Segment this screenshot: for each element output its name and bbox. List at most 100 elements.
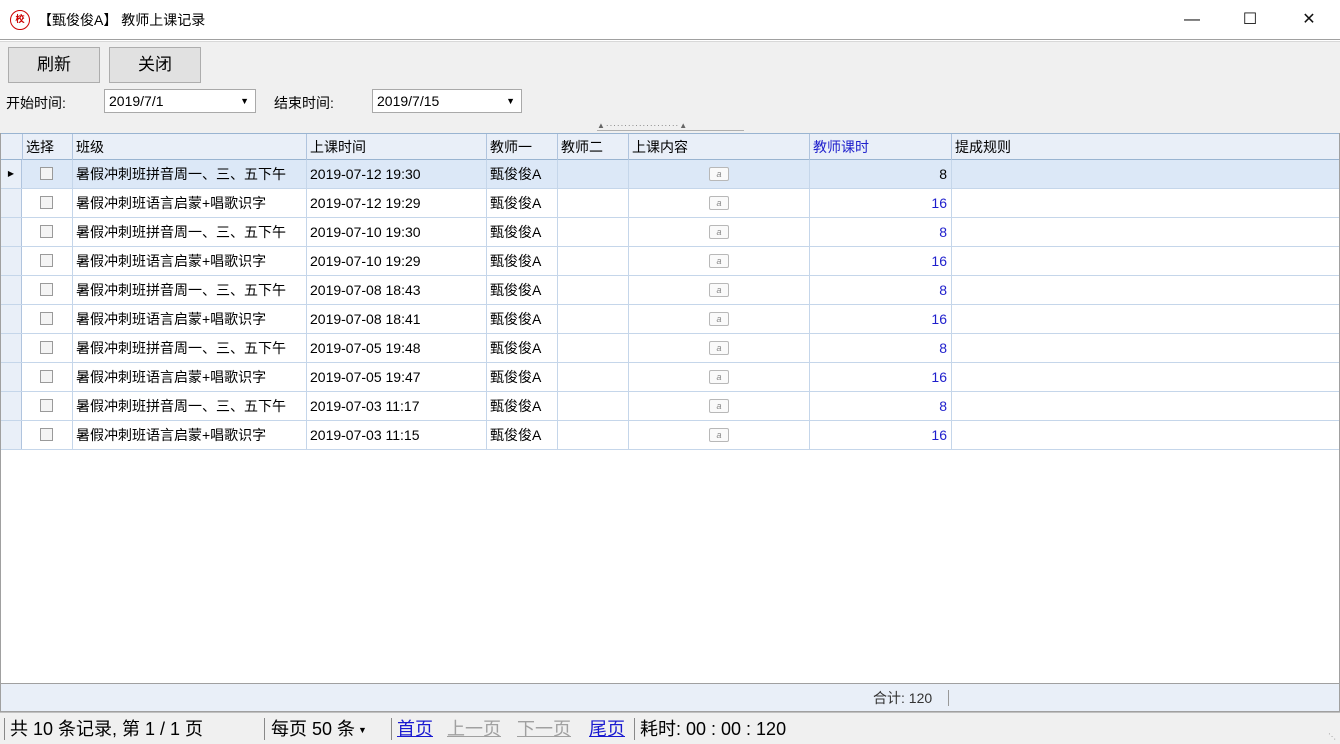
header-class-time[interactable]: 上课时间: [307, 134, 487, 160]
cell-class-content: a: [629, 392, 810, 420]
table-row[interactable]: 暑假冲刺班拼音周一、三、五下午 2019-07-03 11:17 甄俊俊A a 8: [1, 392, 1339, 421]
cell-class-time: 2019-07-12 19:30: [307, 160, 487, 188]
pager-bar: 共 10 条记录, 第 1 / 1 页 每页 50 条 ▼ 首页 上一页 下一页 …: [0, 712, 1340, 744]
cell-class-time: 2019-07-08 18:43: [307, 276, 487, 304]
cell-select: [23, 305, 73, 333]
header-class[interactable]: 班级: [73, 134, 307, 160]
header-teacher-one[interactable]: 教师一: [487, 134, 558, 160]
cell-teacher-one: 甄俊俊A: [487, 247, 558, 275]
cell-class-content: a: [629, 218, 810, 246]
window-title: 【甄俊俊A】 教师上课记录: [38, 12, 206, 28]
cell-commission-rule: [952, 363, 1339, 391]
table-row[interactable]: 暑假冲刺班语言启蒙+唱歌识字 2019-07-12 19:29 甄俊俊A a 16: [1, 189, 1339, 218]
row-select-checkbox[interactable]: [40, 254, 53, 267]
table-row[interactable]: 暑假冲刺班语言启蒙+唱歌识字 2019-07-08 18:41 甄俊俊A a 16: [1, 305, 1339, 334]
row-indicator[interactable]: [1, 218, 22, 246]
row-indicator[interactable]: [1, 189, 22, 217]
document-icon[interactable]: a: [709, 167, 729, 181]
first-page-link[interactable]: 首页: [397, 717, 433, 741]
start-time-value: 2019/7/1: [109, 93, 164, 109]
document-icon[interactable]: a: [709, 370, 729, 384]
row-select-checkbox[interactable]: [40, 225, 53, 238]
row-indicator[interactable]: [1, 247, 22, 275]
grid-header: 选择 班级 上课时间 教师一 教师二 上课内容 教师课时 提成规则: [1, 133, 1339, 160]
row-select-checkbox[interactable]: [40, 312, 53, 325]
document-icon[interactable]: a: [709, 254, 729, 268]
start-time-select[interactable]: 2019/7/1 ▼: [104, 89, 256, 113]
header-indicator: [1, 134, 23, 160]
row-indicator[interactable]: [1, 334, 22, 362]
cell-select: [23, 189, 73, 217]
title-bar: 校 【甄俊俊A】 教师上课记录 — ☐ ✕: [0, 0, 1340, 40]
cell-class-time: 2019-07-10 19:30: [307, 218, 487, 246]
cell-teacher-one: 甄俊俊A: [487, 392, 558, 420]
next-page-link[interactable]: 下一页: [517, 717, 571, 741]
cell-teacher-one: 甄俊俊A: [487, 189, 558, 217]
document-icon[interactable]: a: [709, 341, 729, 355]
cell-class: 暑假冲刺班拼音周一、三、五下午: [73, 276, 307, 304]
table-row[interactable]: 暑假冲刺班语言启蒙+唱歌识字 2019-07-03 11:15 甄俊俊A a 16: [1, 421, 1339, 450]
header-select[interactable]: 选择: [23, 134, 73, 160]
cell-teacher-two: [558, 363, 629, 391]
row-select-checkbox[interactable]: [40, 428, 53, 441]
app-logo-icon: 校: [10, 10, 30, 30]
refresh-button[interactable]: 刷新: [8, 47, 100, 83]
close-icon[interactable]: ✕: [1280, 0, 1338, 40]
pager-divider: [4, 718, 5, 740]
minimize-icon[interactable]: —: [1163, 0, 1221, 40]
header-commission-rule[interactable]: 提成规则: [952, 134, 1339, 160]
document-icon[interactable]: a: [709, 428, 729, 442]
cell-select: [23, 363, 73, 391]
document-icon[interactable]: a: [709, 399, 729, 413]
row-indicator[interactable]: [1, 421, 22, 449]
last-page-link[interactable]: 尾页: [589, 717, 625, 741]
cell-teacher-hours: 16: [810, 363, 952, 391]
row-select-checkbox[interactable]: [40, 283, 53, 296]
header-teacher-hours[interactable]: 教师课时: [810, 134, 952, 160]
total-hours: 合计: 120: [873, 690, 933, 706]
row-indicator[interactable]: [1, 363, 22, 391]
row-select-checkbox[interactable]: [40, 370, 53, 383]
row-select-checkbox[interactable]: [40, 167, 53, 180]
header-class-content[interactable]: 上课内容: [629, 134, 810, 160]
close-button[interactable]: 关闭: [109, 47, 201, 83]
header-teacher-two[interactable]: 教师二: [558, 134, 629, 160]
end-time-label: 结束时间:: [274, 95, 334, 111]
cell-class-content: a: [629, 247, 810, 275]
document-icon[interactable]: a: [709, 283, 729, 297]
cell-select: [23, 218, 73, 246]
cell-commission-rule: [952, 305, 1339, 333]
maximize-icon[interactable]: ☐: [1221, 0, 1279, 40]
row-pointer-icon[interactable]: ▶: [1, 160, 22, 188]
row-indicator[interactable]: [1, 276, 22, 304]
table-row[interactable]: ▶ 暑假冲刺班拼音周一、三、五下午 2019-07-12 19:30 甄俊俊A a 8: [1, 160, 1339, 189]
row-indicator[interactable]: [1, 392, 22, 420]
table-row[interactable]: 暑假冲刺班语言启蒙+唱歌识字 2019-07-10 19:29 甄俊俊A a 16: [1, 247, 1339, 276]
resize-grip-icon[interactable]: ⋱: [1328, 732, 1338, 742]
cell-class-time: 2019-07-03 11:17: [307, 392, 487, 420]
cell-teacher-one: 甄俊俊A: [487, 160, 558, 188]
table-row[interactable]: 暑假冲刺班拼音周一、三、五下午 2019-07-05 19:48 甄俊俊A a 8: [1, 334, 1339, 363]
cell-teacher-hours: 16: [810, 247, 952, 275]
document-icon[interactable]: a: [709, 225, 729, 239]
per-page-select[interactable]: 每页 50 条 ▼: [271, 717, 367, 742]
table-row[interactable]: 暑假冲刺班拼音周一、三、五下午 2019-07-10 19:30 甄俊俊A a 8: [1, 218, 1339, 247]
cell-commission-rule: [952, 218, 1339, 246]
table-row[interactable]: 暑假冲刺班拼音周一、三、五下午 2019-07-08 18:43 甄俊俊A a 8: [1, 276, 1339, 305]
row-select-checkbox[interactable]: [40, 341, 53, 354]
table-row[interactable]: 暑假冲刺班语言启蒙+唱歌识字 2019-07-05 19:47 甄俊俊A a 16: [1, 363, 1339, 392]
cell-class: 暑假冲刺班拼音周一、三、五下午: [73, 392, 307, 420]
panel-splitter-handle[interactable]: ▲····················▲: [597, 121, 744, 131]
end-time-select[interactable]: 2019/7/15 ▼: [372, 89, 522, 113]
records-grid: 选择 班级 上课时间 教师一 教师二 上课内容 教师课时 提成规则 ▶ 暑假冲刺班…: [0, 133, 1340, 683]
cell-class-time: 2019-07-05 19:47: [307, 363, 487, 391]
cell-class-content: a: [629, 160, 810, 188]
document-icon[interactable]: a: [709, 312, 729, 326]
prev-page-link[interactable]: 上一页: [447, 717, 501, 741]
document-icon[interactable]: a: [709, 196, 729, 210]
row-indicator[interactable]: [1, 305, 22, 333]
cell-class-content: a: [629, 334, 810, 362]
cell-teacher-two: [558, 218, 629, 246]
row-select-checkbox[interactable]: [40, 196, 53, 209]
row-select-checkbox[interactable]: [40, 399, 53, 412]
